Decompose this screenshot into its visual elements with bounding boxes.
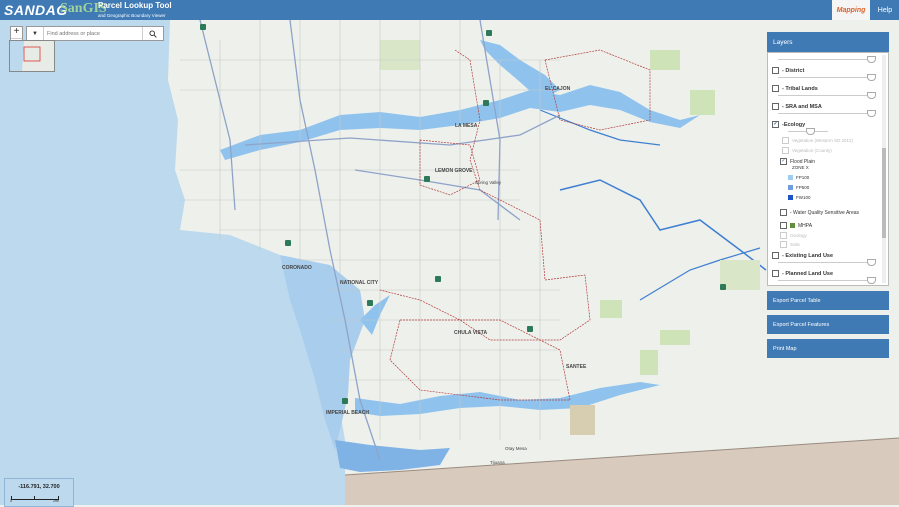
coordinate-value: -116.791, 32.700 [18,484,60,490]
opacity-slider[interactable] [788,128,828,135]
place-label: Spring Valley [475,180,502,185]
coordinate-readout: -116.791, 32.700 0 2mi [4,478,74,507]
checkbox[interactable] [772,85,779,92]
legend-zone-x: ZONE X [792,165,809,170]
checkbox[interactable] [780,241,787,248]
zoom-in-button[interactable]: + [11,27,22,38]
overview-map-svg [10,41,54,71]
checkbox[interactable] [780,232,787,239]
export-parcel-table-button[interactable]: Export Parcel Table [767,291,889,310]
layers-scrollbar-thumb[interactable] [882,148,886,238]
legend-fp100: FP100 [788,175,809,180]
layer-existing-land-use[interactable]: - Existing Land Use [772,252,833,259]
export-parcel-features-button[interactable]: Export Parcel Features [767,315,889,334]
opacity-slider[interactable] [778,259,876,266]
layer-tribal-lands[interactable]: - Tribal Lands [772,85,818,92]
checkbox[interactable] [772,103,779,110]
checkbox[interactable] [782,137,789,144]
place-label: EL CAJON [545,86,571,92]
legend-fp500: FP500 [788,185,809,190]
checkbox[interactable] [772,252,779,259]
search-icon [149,29,157,38]
checkbox[interactable] [782,147,789,154]
overview-map[interactable] [9,40,55,72]
place-label: CORONADO [282,265,312,271]
sandag-logo[interactable]: SANDAG [4,2,68,18]
layers-panel: Layers - District - Tribal Lands - SRA a… [767,32,889,362]
mapping-tab[interactable]: Mapping [832,0,870,20]
scale-bar [11,496,59,500]
layer-district[interactable]: - District [772,67,804,74]
layer-vegetation-county[interactable]: Vegetation (County) [782,147,832,154]
legend-swatch [790,223,795,228]
legend-swatch [788,185,793,190]
checkbox-checked[interactable]: ✓ [780,158,787,165]
layer-planned-land-use[interactable]: - Planned Land Use [772,270,833,277]
place-label: LA MESA [455,123,478,129]
place-label: SANTEE [566,364,587,370]
layer-water-quality[interactable]: - Water Quality Sensitive Areas [780,209,859,216]
opacity-slider[interactable] [778,56,876,63]
place-label: LEMON GROVE [435,168,473,174]
search-input[interactable] [44,28,142,39]
checkbox[interactable] [772,270,779,277]
checkbox[interactable] [772,67,779,74]
top-bar: SANDAG SanGIS Parcel Lookup Tool and Geo… [0,0,899,20]
layer-mhpa[interactable]: MHPA [780,222,812,229]
opacity-slider[interactable] [778,74,876,81]
address-search: ▼ [26,26,164,41]
opacity-slider[interactable] [778,277,876,284]
layers-list[interactable]: - District - Tribal Lands - SRA and MSA … [767,52,889,286]
layers-panel-title[interactable]: Layers [767,32,889,52]
scale-label-left: 0 [10,499,12,503]
checkbox-checked[interactable]: ✓ [772,121,779,128]
place-label: Tijuana [490,460,505,465]
app-title: Parcel Lookup Tool and Geographic Bounda… [98,1,172,20]
layer-flood-plain[interactable]: ✓ Flood Plain [780,158,815,165]
scale-label-right: 2mi [53,499,59,503]
opacity-slider[interactable] [778,110,876,117]
legend-swatch [788,195,793,200]
place-label: IMPERIAL BEACH [326,410,369,416]
place-label: Otay Mesa [505,446,527,451]
search-source-dropdown[interactable]: ▼ [27,27,44,40]
app-title-text: Parcel Lookup Tool [98,1,172,10]
help-tab[interactable]: Help [871,0,899,20]
layer-ecology[interactable]: ✓ -Ecology [772,121,805,128]
place-label: CHULA VISTA [454,330,488,336]
app-subtitle: and Geographic Boundary Viewer [98,13,166,18]
checkbox[interactable] [780,222,787,229]
opacity-slider[interactable] [778,92,876,99]
layer-vegetation-western[interactable]: Vegetation (Western SD 2012) [782,137,853,144]
basemap-svg [0,20,899,505]
place-label: NATIONAL CITY [340,280,379,286]
layer-geology[interactable]: Geology [780,232,807,239]
checkbox[interactable] [780,209,787,216]
map-canvas[interactable]: LA MESA LEMON GROVE NATIONAL CITY CHULA … [0,20,899,505]
legend-fw100: FW100 [788,195,811,200]
print-map-button[interactable]: Print Map [767,339,889,358]
layer-soils[interactable]: Soils [780,241,800,248]
layer-sra-msa[interactable]: - SRA and MSA [772,103,822,110]
legend-swatch [788,175,793,180]
search-button[interactable] [142,27,163,40]
